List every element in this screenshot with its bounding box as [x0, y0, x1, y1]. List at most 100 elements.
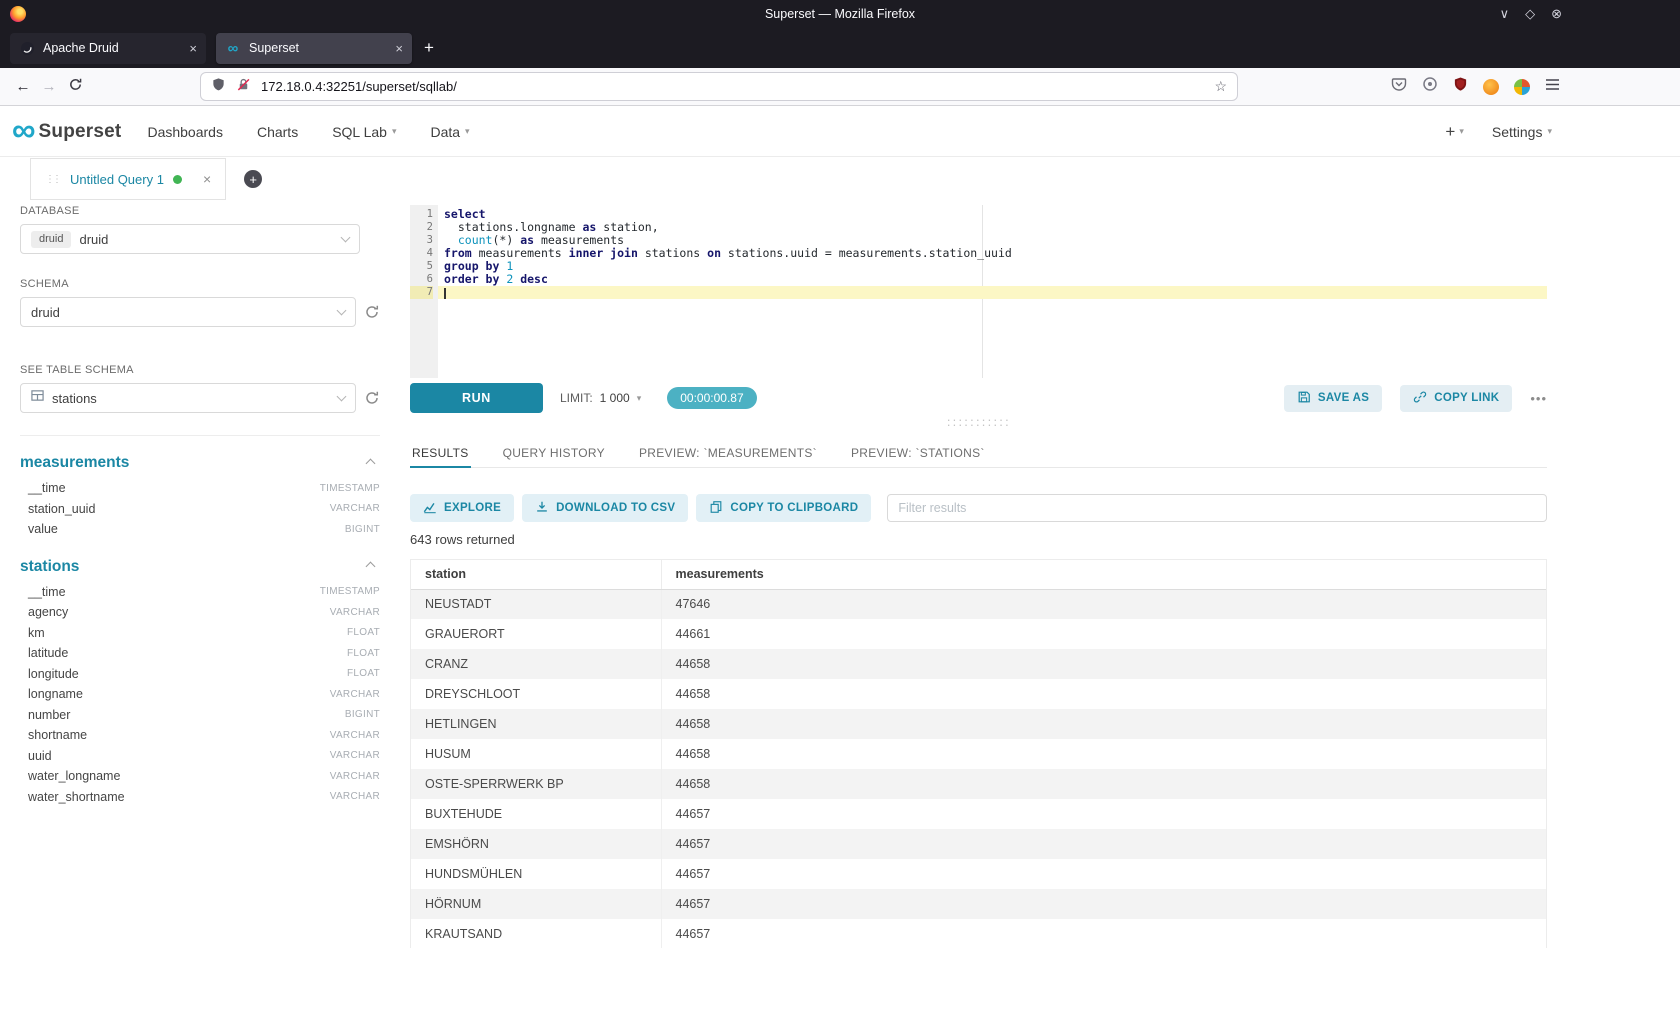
window-maximize-button[interactable]: ◇ [1525, 6, 1535, 22]
column-type: TIMESTAMP [320, 483, 380, 494]
cell-measurements: 44658 [661, 649, 1546, 679]
cell-station: HUSUM [411, 739, 661, 769]
cell-measurements: 44658 [661, 769, 1546, 799]
cell-station: HETLINGEN [411, 709, 661, 739]
extension-pinwheel-icon[interactable] [1514, 79, 1530, 95]
copy-to-clipboard-button[interactable]: COPY TO CLIPBOARD [696, 494, 871, 522]
forward-button[interactable]: → [36, 78, 62, 95]
column-header[interactable]: station [411, 560, 661, 589]
cell-station: OSTE-SPERRWERK BP [411, 769, 661, 799]
column-type: FLOAT [347, 627, 380, 638]
results-table-body: NEUSTADT47646GRAUERORT44661CRANZ44658DRE… [411, 589, 1546, 948]
schema-table-header[interactable]: measurements [20, 454, 380, 472]
save-as-button[interactable]: SAVE AS [1284, 385, 1382, 412]
browser-toolbar: ← → 172.18.0.4:32251/superset/sqllab/ ☆ [0, 68, 1680, 106]
run-button[interactable]: RUN [410, 383, 543, 413]
sql-editor[interactable]: 1234567 select stations.longname as stat… [410, 205, 1547, 378]
reload-button[interactable] [62, 77, 88, 96]
add-query-tab-button[interactable]: + [244, 170, 262, 188]
add-new-button[interactable]: +▾ [1445, 122, 1463, 142]
ublock-extension-icon[interactable] [1453, 76, 1468, 97]
cell-measurements: 44658 [661, 679, 1546, 709]
table-row: HETLINGEN44658 [411, 709, 1546, 739]
editor-toolbar: RUN LIMIT: 1 000 ▾ 00:00:00.87 SAVE AS [410, 383, 1547, 413]
chevron-down-icon [337, 391, 347, 401]
column-type: VARCHAR [330, 607, 380, 618]
schema-table-name: stations [20, 558, 79, 576]
database-select[interactable]: druid druid [20, 224, 360, 254]
tab-close-icon[interactable]: × [395, 41, 403, 56]
database-label: DATABASE [20, 205, 380, 217]
superset-favicon-icon: ∞ [225, 40, 241, 56]
cell-station: KRAUTSAND [411, 919, 661, 948]
column-type: VARCHAR [330, 689, 380, 700]
tab-close-icon[interactable]: × [189, 41, 197, 56]
more-options-button[interactable]: ••• [1530, 391, 1547, 406]
collapse-chevron-icon[interactable] [366, 562, 376, 572]
tab-results[interactable]: RESULTS [410, 439, 471, 468]
column-name: value [28, 522, 58, 536]
cell-station: HÖRNUM [411, 889, 661, 919]
query-tab-close-icon[interactable]: × [203, 171, 211, 187]
address-bar[interactable]: 172.18.0.4:32251/superset/sqllab/ ☆ [200, 72, 1238, 101]
table-row: NEUSTADT47646 [411, 589, 1546, 619]
tab-query-history[interactable]: QUERY HISTORY [501, 439, 607, 467]
insecure-lock-icon[interactable] [236, 77, 251, 97]
limit-dropdown[interactable]: LIMIT: 1 000 ▾ [560, 391, 641, 405]
query-tab-untitled-query-1[interactable]: ⋮⋮ Untitled Query 1 × [30, 158, 226, 200]
cell-station: CRANZ [411, 649, 661, 679]
tab-preview-measurements[interactable]: PREVIEW: `MEASUREMENTS` [637, 439, 819, 467]
menu-hamburger-icon[interactable] [1545, 78, 1560, 96]
schema-column-row: latitudeFLOAT [20, 643, 380, 664]
column-header[interactable]: measurements [661, 560, 1546, 589]
column-type: FLOAT [347, 668, 380, 679]
cell-measurements: 44661 [661, 619, 1546, 649]
nav-item-charts[interactable]: Charts [257, 124, 298, 140]
collapse-chevron-icon[interactable] [366, 458, 376, 468]
table-row: KRAUTSAND44657 [411, 919, 1546, 948]
back-button[interactable]: ← [10, 78, 36, 95]
download-csv-button[interactable]: DOWNLOAD TO CSV [522, 494, 688, 522]
superset-navbar: ∞ Superset Dashboards Charts SQL Lab▾ Da… [0, 107, 1680, 157]
chevron-down-icon: ▾ [392, 126, 397, 137]
pocket-icon[interactable] [1391, 76, 1407, 97]
pane-resize-handle[interactable]: ··········· ··········· [410, 417, 1547, 427]
table-select[interactable]: stations [20, 383, 356, 413]
browser-tab-apache-druid[interactable]: Apache Druid × [10, 33, 206, 64]
copy-link-button[interactable]: COPY LINK [1400, 385, 1512, 412]
explore-button[interactable]: EXPLORE [410, 494, 514, 522]
save-icon [1297, 390, 1311, 407]
schema-column-row: water_shortnameVARCHAR [20, 787, 380, 808]
nav-item-dashboards[interactable]: Dashboards [147, 124, 223, 140]
column-name: water_longname [28, 769, 120, 783]
refresh-schema-icon[interactable] [364, 304, 380, 320]
profile-avatar-icon[interactable] [1483, 79, 1499, 95]
superset-logo[interactable]: ∞ Superset [12, 118, 121, 146]
table-row: HÖRNUM44657 [411, 889, 1546, 919]
settings-menu[interactable]: Settings▾ [1492, 124, 1552, 140]
tab-preview-stations[interactable]: PREVIEW: `STATIONS` [849, 439, 987, 467]
shield-icon[interactable] [211, 77, 226, 97]
window-close-button[interactable]: ⊗ [1551, 6, 1562, 22]
schema-table-header[interactable]: stations [20, 558, 380, 576]
url-text: 172.18.0.4:32251/superset/sqllab/ [261, 79, 457, 94]
refresh-table-icon[interactable] [364, 390, 380, 406]
results-table-headrow: stationmeasurements [411, 560, 1546, 589]
filter-results-input[interactable] [887, 494, 1547, 522]
sidebar-divider [20, 435, 380, 436]
new-tab-button[interactable]: + [424, 38, 434, 58]
nav-item-data[interactable]: Data▾ [430, 124, 469, 140]
window-minimize-button[interactable]: ∨ [1500, 6, 1510, 22]
column-type: VARCHAR [330, 791, 380, 802]
account-badge-icon[interactable] [1422, 76, 1438, 97]
browser-tab-superset[interactable]: ∞ Superset × [216, 33, 412, 64]
schema-select[interactable]: druid [20, 297, 356, 327]
sql-editor-lines[interactable]: select stations.longname as station, cou… [438, 205, 1547, 378]
nav-item-sql-lab[interactable]: SQL Lab▾ [332, 124, 396, 140]
code-line: order by 2 desc [438, 273, 1547, 286]
drag-handle-icon[interactable]: ⋮⋮ [45, 174, 59, 185]
column-type: TIMESTAMP [320, 586, 380, 597]
schema-column-row: shortnameVARCHAR [20, 725, 380, 746]
column-type: BIGINT [345, 524, 380, 535]
bookmark-star-icon[interactable]: ☆ [1214, 78, 1227, 95]
